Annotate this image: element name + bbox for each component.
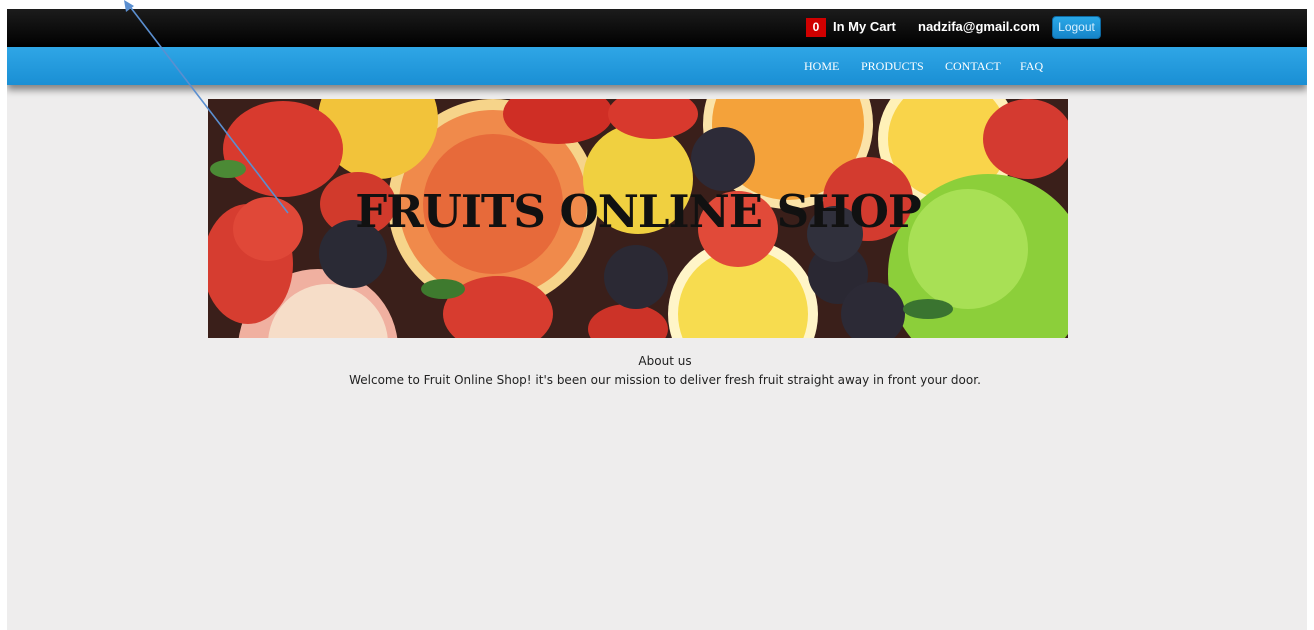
cart-link[interactable]: In My Cart bbox=[833, 19, 896, 34]
page-frame: 0 In My Cart nadzifa@gmail.com Logout HO… bbox=[7, 9, 1307, 630]
top-bar: 0 In My Cart nadzifa@gmail.com Logout bbox=[7, 9, 1307, 47]
fruit-banner: FRUITS ONLINE SHOP bbox=[208, 99, 1068, 338]
about-heading: About us bbox=[638, 354, 692, 368]
nav-home[interactable]: HOME bbox=[804, 59, 839, 74]
nav-products[interactable]: PRODUCTS bbox=[861, 59, 924, 74]
user-email: nadzifa@gmail.com bbox=[918, 19, 1040, 34]
about-text: Welcome to Fruit Online Shop! it's been … bbox=[349, 373, 981, 387]
nav-contact[interactable]: CONTACT bbox=[945, 59, 1001, 74]
nav-faq[interactable]: FAQ bbox=[1020, 59, 1043, 74]
banner-title: FRUITS ONLINE SHOP bbox=[355, 185, 921, 238]
logout-button[interactable]: Logout bbox=[1052, 16, 1101, 39]
cart-count-badge[interactable]: 0 bbox=[806, 18, 826, 37]
main-nav: HOME PRODUCTS CONTACT FAQ bbox=[7, 47, 1307, 85]
